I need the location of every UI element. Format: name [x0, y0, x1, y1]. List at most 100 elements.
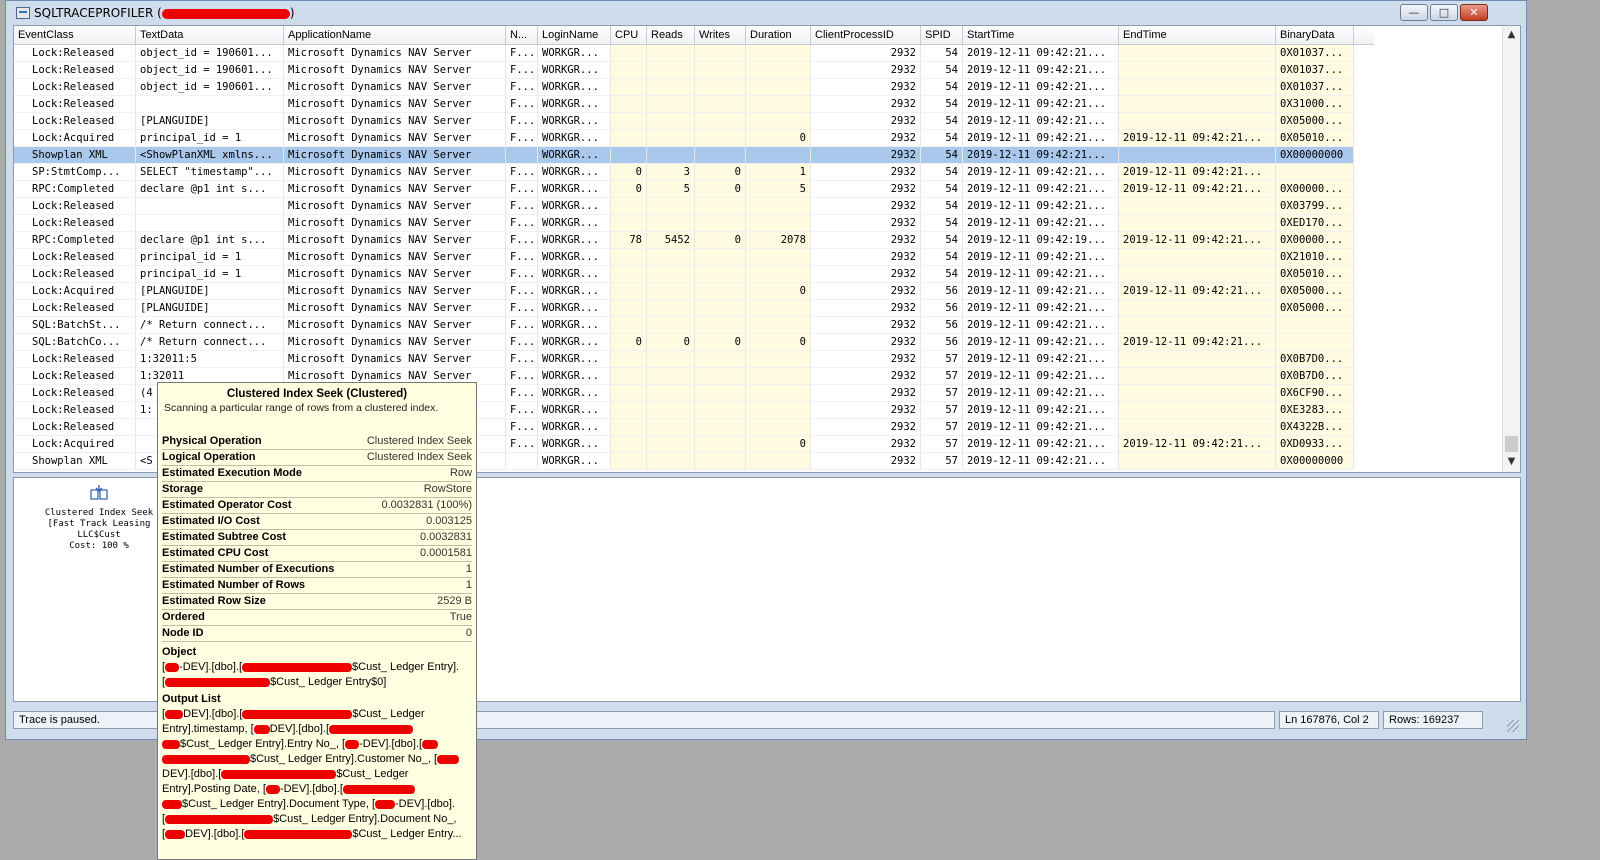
cell-login: WORKGR... — [538, 113, 611, 130]
resize-grip-icon[interactable] — [1507, 720, 1519, 732]
trace-row[interactable]: Lock:Released Microsoft Dynamics NAV Serv… — [14, 96, 1374, 113]
tooltip-object-line: [-DEV].[dbo].[$Cust_ Ledger Entry]. — [162, 661, 460, 673]
cell-writes — [695, 368, 746, 385]
cell-ev: Lock:Released — [14, 113, 136, 130]
tooltip-property-name: Logical Operation — [162, 451, 256, 463]
column-header-app[interactable]: ApplicationName — [284, 26, 506, 44]
column-header-login[interactable]: LoginName — [538, 26, 611, 44]
scroll-up-icon[interactable]: ▲ — [1506, 29, 1517, 40]
plan-operator[interactable]: Clustered Index Seek [Fast Track Leasing… — [24, 484, 174, 552]
scroll-down-icon[interactable]: ▼ — [1506, 456, 1517, 467]
trace-row[interactable]: Showplan XML <ShowPlanXML xmlns... Microso… — [14, 147, 1374, 164]
cell-cpu: 78 — [611, 232, 647, 249]
cell-start: 2019-12-11 09:42:21... — [963, 436, 1119, 453]
tooltip-property-row: Node ID 0 — [162, 626, 472, 642]
trace-row[interactable]: Lock:Acquired [PLANGUIDE] Microsoft Dynami… — [14, 283, 1374, 300]
trace-row[interactable]: Lock:Released object_id = 190601... Micros… — [14, 79, 1374, 96]
close-button[interactable]: ✕ — [1460, 4, 1488, 21]
cell-dur — [746, 96, 811, 113]
status-rows: Rows: 169237 — [1383, 711, 1483, 729]
cell-bin: 0X00000000 — [1276, 453, 1354, 470]
cell-reads: 5 — [647, 181, 695, 198]
cell-cpu: 0 — [611, 164, 647, 181]
cell-spid: 54 — [921, 164, 963, 181]
cell-dur — [746, 402, 811, 419]
trace-row[interactable]: Lock:Released object_id = 190601... Micros… — [14, 45, 1374, 62]
scroll-thumb[interactable] — [1505, 436, 1518, 452]
tooltip-property-value: Row — [449, 467, 472, 479]
cell-spid: 54 — [921, 232, 963, 249]
cell-n: F... — [506, 96, 538, 113]
cell-ev: Lock:Released — [14, 266, 136, 283]
trace-row[interactable]: Lock:Released Microsoft Dynamics NAV Serv… — [14, 215, 1374, 232]
title-bar[interactable]: SQLTRACEPROFILER () — □ ✕ — [6, 1, 1526, 25]
column-header-td[interactable]: TextData — [136, 26, 284, 44]
trace-row[interactable]: SP:StmtComp... SELECT "timestamp"... Micro… — [14, 164, 1374, 181]
cell-start: 2019-12-11 09:42:21... — [963, 96, 1119, 113]
trace-row[interactable]: Lock:Released [PLANGUIDE] Microsoft Dynami… — [14, 300, 1374, 317]
cell-n: F... — [506, 164, 538, 181]
trace-row[interactable]: SQL:BatchCo.../* Return connect... Micros… — [14, 334, 1374, 351]
cell-spid: 54 — [921, 45, 963, 62]
trace-row[interactable]: Lock:Released principal_id = 1 Microsoft D… — [14, 249, 1374, 266]
cell-end — [1119, 249, 1276, 266]
column-header-dur[interactable]: Duration — [746, 26, 811, 44]
column-header-ev[interactable]: EventClass — [14, 26, 136, 44]
column-header-reads[interactable]: Reads — [647, 26, 695, 44]
tooltip-property-value: True — [449, 611, 472, 623]
cell-app: Microsoft Dynamics NAV Server — [284, 266, 506, 283]
trace-row[interactable]: Lock:Released 1:32011:5 Microsoft Dynamics… — [14, 351, 1374, 368]
cell-cpid: 2932 — [811, 232, 921, 249]
cell-writes — [695, 198, 746, 215]
column-header-spid[interactable]: SPID — [921, 26, 963, 44]
cell-writes — [695, 113, 746, 130]
cell-login: WORKGR... — [538, 317, 611, 334]
column-header-start[interactable]: StartTime — [963, 26, 1119, 44]
cell-start: 2019-12-11 09:42:21... — [963, 215, 1119, 232]
column-header-bin[interactable]: BinaryData — [1276, 26, 1354, 44]
cell-start: 2019-12-11 09:42:21... — [963, 385, 1119, 402]
trace-row[interactable]: Lock:Released [PLANGUIDE] Microsoft Dynami… — [14, 113, 1374, 130]
tooltip-property-row: Estimated Operator Cost 0.0032831 (100%) — [162, 498, 472, 514]
cell-dur — [746, 300, 811, 317]
column-header-cpu[interactable]: CPU — [611, 26, 647, 44]
cell-bin: 0X21010... — [1276, 249, 1354, 266]
trace-row[interactable]: SQL:BatchSt.../* Return connect... Micros… — [14, 317, 1374, 334]
maximize-button[interactable]: □ — [1430, 4, 1458, 21]
tooltip-properties: Physical Operation Clustered Index Seek Lo… — [162, 434, 472, 642]
tooltip-property-name: Estimated Number of Executions — [162, 563, 335, 575]
cell-reads — [647, 300, 695, 317]
trace-row[interactable]: RPC:Completed declare @p1 int s... Microso… — [14, 181, 1374, 198]
cell-login: WORKGR... — [538, 385, 611, 402]
cell-cpu — [611, 198, 647, 215]
column-header-n[interactable]: N... — [506, 26, 538, 44]
redacted-server-name — [161, 8, 290, 19]
cell-dur — [746, 79, 811, 96]
cell-td: declare @p1 int s... — [136, 232, 284, 249]
tooltip-property-value: 0.0032831 — [420, 531, 472, 543]
column-header-end[interactable]: EndTime — [1119, 26, 1276, 44]
trace-row[interactable]: Lock:Released principal_id = 1 Microsoft D… — [14, 266, 1374, 283]
tooltip-output-line: $Cust_ Ledger Entry].Document Type, [-DE… — [162, 797, 472, 812]
trace-row[interactable]: RPC:Completed declare @p1 int s... Microso… — [14, 232, 1374, 249]
cell-start: 2019-12-11 09:42:21... — [963, 351, 1119, 368]
cell-login: WORKGR... — [538, 368, 611, 385]
trace-row[interactable]: Lock:Acquired principal_id = 1 Microsoft D… — [14, 130, 1374, 147]
trace-row[interactable]: Lock:Released Microsoft Dynamics NAV Serv… — [14, 198, 1374, 215]
tooltip-output-line: Entry].Posting Date, [-DEV].[dbo].[ — [162, 782, 472, 797]
tooltip-output-line: Entry].timestamp, [DEV].[dbo].[ — [162, 722, 472, 737]
cell-app: Microsoft Dynamics NAV Server — [284, 79, 506, 96]
cell-cpid: 2932 — [811, 385, 921, 402]
grid-vertical-scrollbar[interactable]: ▲ ▼ — [1502, 26, 1520, 472]
tooltip-property-row: Logical Operation Clustered Index Seek — [162, 450, 472, 466]
cell-reads — [647, 130, 695, 147]
cell-app: Microsoft Dynamics NAV Server — [284, 249, 506, 266]
cell-end: 2019-12-11 09:42:21... — [1119, 436, 1276, 453]
cell-td: principal_id = 1 — [136, 130, 284, 147]
cell-end — [1119, 147, 1276, 164]
tooltip-object-heading: Object — [162, 646, 197, 658]
trace-row[interactable]: Lock:Released object_id = 190601... Micros… — [14, 62, 1374, 79]
column-header-cpid[interactable]: ClientProcessID — [811, 26, 921, 44]
minimize-button[interactable]: — — [1400, 4, 1428, 21]
column-header-writes[interactable]: Writes — [695, 26, 746, 44]
